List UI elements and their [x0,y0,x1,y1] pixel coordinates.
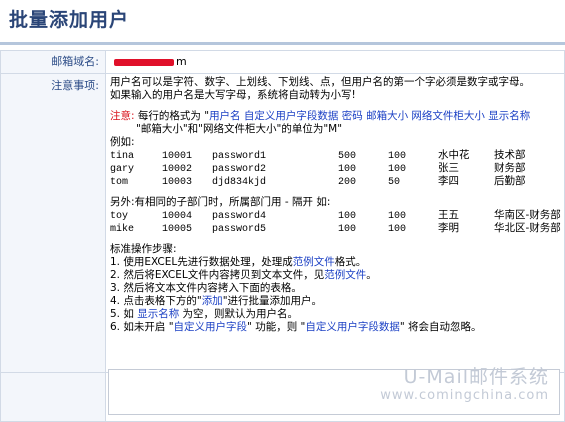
step-3: 3. 然后将文本文件内容拷入下面的表格。 [110,282,302,294]
step-5: 5. 如 显示名称 为空，则默认为用户名。 [110,308,299,320]
redacted-domain [114,58,174,66]
format-text: 每行的格式为 " [134,110,210,122]
example-cell: 李明 [438,222,459,234]
step-4: 4. 点击表格下方的"添加"进行批量添加用户。 [110,295,323,307]
example-cell: 后勤部 [494,175,526,187]
example-cell: 10005 [162,224,193,235]
step-2: 2. 然后将EXCEL文件内容拷贝到文本文件，见范例文件。 [110,269,377,281]
example-row: mike 10005 password5 100 100 李明 华北区-财务部 [110,222,564,235]
example-cell: 200 [338,177,357,188]
user-data-textarea[interactable] [108,369,560,415]
example-cell: 100 [338,224,357,235]
example-cell: 技术部 [494,149,526,161]
example-cell: 财务部 [494,162,526,174]
custom-field-keyword: 自定义用户字段 [173,321,248,333]
step-6: 6. 如未开启 "自定义用户字段" 功能，则 "自定义用户字段数据" 将会自动忽… [110,321,482,333]
format-line: 注意: 每行的格式为 "用户名 自定义用户字段数据 密码 邮箱大小 网络文件柜大… [110,110,564,123]
custom-field-data-keyword: 自定义用户字段数据 [305,321,400,333]
input-label-cell [0,372,106,422]
domain-label: 邮箱域名: [0,50,106,74]
example-cell: 李四 [438,175,459,187]
batch-add-form: 邮箱域名: m 注意事项: 用户名可以是字符、数字、上划线、下划线、点，但用户名… [0,50,565,422]
example-cell: 华南区-财务部 [494,209,561,221]
note-line-2: 如果输入的用户名是大写字母，系统将自动转为小写! [110,89,356,101]
example-cell: 华北区-财务部 [494,222,561,234]
example-cell: 50 [388,177,401,188]
domain-value-cell: m [105,50,565,74]
domain-value: m [106,51,564,73]
example-cell: mike [110,224,135,235]
example-cell: 张三 [438,162,459,174]
format-prefix: 注意: [110,110,135,122]
step-1: 1. 使用EXCEL先进行数据处理，处理成范例文件格式。 [110,256,367,268]
sample-file-link[interactable]: 范例文件 [293,256,335,268]
example-cell: 水中花 [438,149,470,161]
example-cell: 100 [388,224,407,235]
example-cell: tom [110,177,129,188]
notes-cell: 用户名可以是字符、数字、上划线、下划线、点，但用户名的第一个字必须是数字或字母。… [105,73,565,373]
example-row: toy 10004 password4 100 100 王五 华南区-财务部 [110,209,564,222]
example-label: 例如: [110,136,135,148]
add-keyword: 添加 [201,295,223,307]
example-cell: password5 [212,224,267,235]
sample-file-link-2[interactable]: 范例文件 [324,269,366,281]
subdept-label: 另外:有相同的子部门时，所属部门用 - 隔开 如: [110,196,331,208]
title-divider [0,42,565,45]
notes-content: 用户名可以是字符、数字、上划线、下划线、点，但用户名的第一个字必须是数字或字母。… [106,74,564,334]
subdept-example-list: toy 10004 password4 100 100 王五 华南区-财务部 mike 1000… [110,209,564,235]
note-line-1: 用户名可以是字符、数字、上划线、下划线、点，但用户名的第一个字必须是数字或字母。 [110,76,530,88]
page-title: 批量添加用户 [9,9,130,31]
display-name-keyword: 显示名称 [137,308,180,320]
domain-suffix: m [176,55,187,68]
notes-label: 注意事项: [0,73,106,373]
format-line-2: "邮箱大小"和"网络文件柜大小"的单位为"M" [136,123,343,135]
format-fields: 用户名 自定义用户字段数据 密码 邮箱大小 网络文件柜大小 显示名称 [209,110,531,122]
example-cell: 10003 [162,177,193,188]
example-cell: 王五 [438,209,459,221]
example-row: gary 10002 password2 100 100 张三 财务部 [110,162,564,175]
example-row: tom 10003 djd834kjd 200 50 李四 后勤部 [110,175,564,188]
example-row: tina 10001 password1 500 100 水中花 技术部 [110,149,564,162]
example-cell: djd834kjd [212,177,267,188]
steps-label: 标准操作步骤: [110,243,177,255]
example-list: tina 10001 password1 500 100 水中花 技术部 gary 10002 p… [110,149,564,188]
